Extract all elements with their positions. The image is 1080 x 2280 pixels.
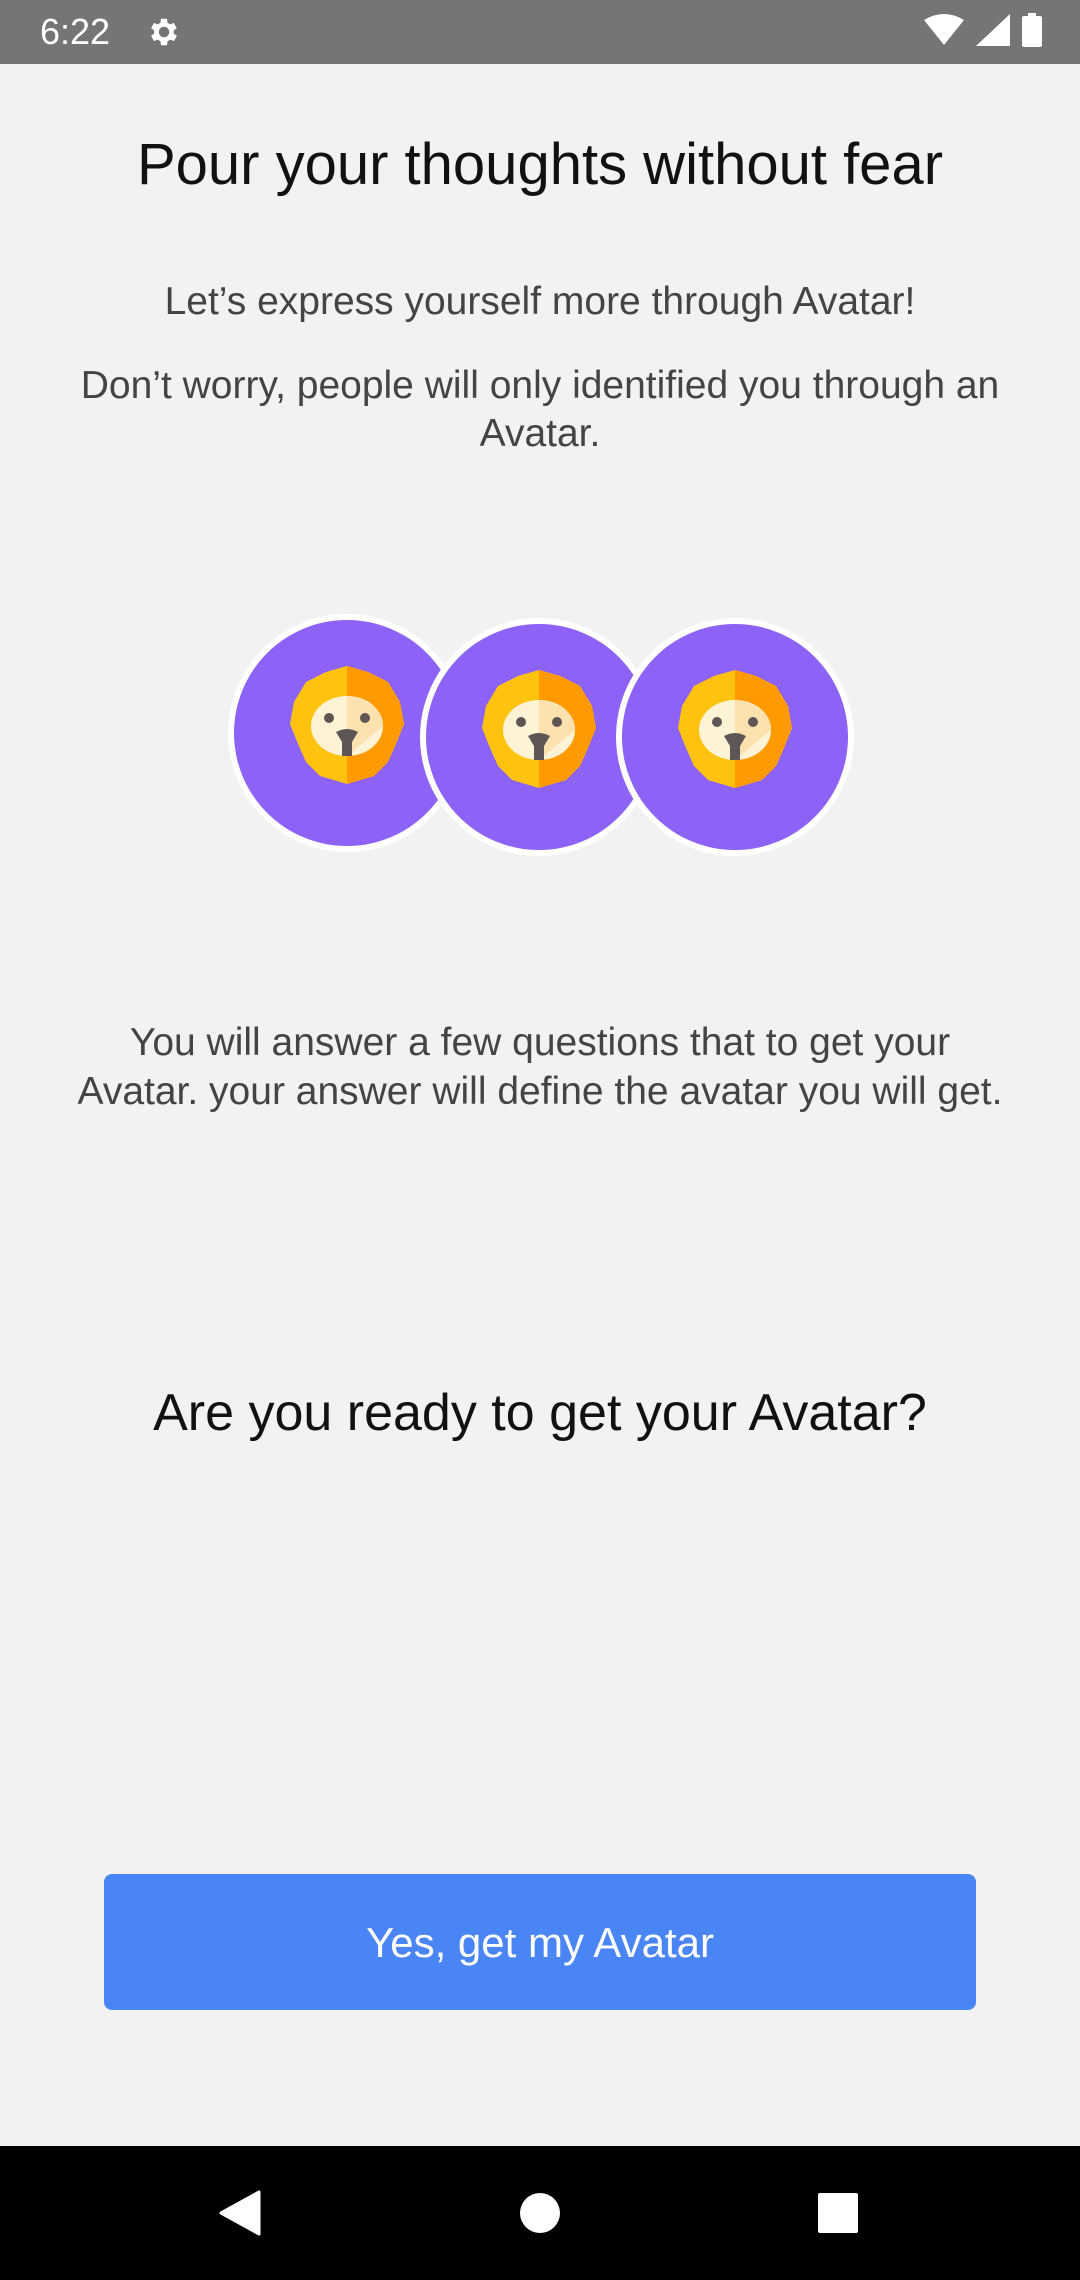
page-title: Pour your thoughts without fear (136, 132, 944, 197)
signal-icon (976, 13, 1010, 51)
gear-icon (146, 14, 182, 50)
reassurance-text: Don’t worry, people will only identified… (80, 364, 1000, 455)
battery-icon (1022, 12, 1042, 52)
ready-question: Are you ready to get your Avatar? (153, 1384, 927, 1442)
status-icons (924, 12, 1042, 52)
recents-icon[interactable] (803, 2178, 873, 2248)
screen: 6:22 Pour your thoughts without fear Let… (0, 0, 1080, 2280)
subtitle: Let’s express yourself more through Avat… (164, 280, 916, 323)
home-icon[interactable] (505, 2178, 575, 2248)
explanation-text: You will answer a few questions that to … (77, 1021, 1003, 1113)
get-avatar-button[interactable]: Yes, get my Avatar (104, 1874, 976, 2010)
status-time: 6:22 (40, 11, 111, 52)
avatar (616, 618, 854, 856)
navigation-bar (0, 2146, 1080, 2280)
lion-face-icon (616, 618, 854, 856)
status-bar: 6:22 (0, 0, 1080, 64)
avatar-preview-group (224, 612, 864, 862)
back-icon[interactable] (206, 2178, 276, 2248)
wifi-icon (924, 13, 964, 51)
